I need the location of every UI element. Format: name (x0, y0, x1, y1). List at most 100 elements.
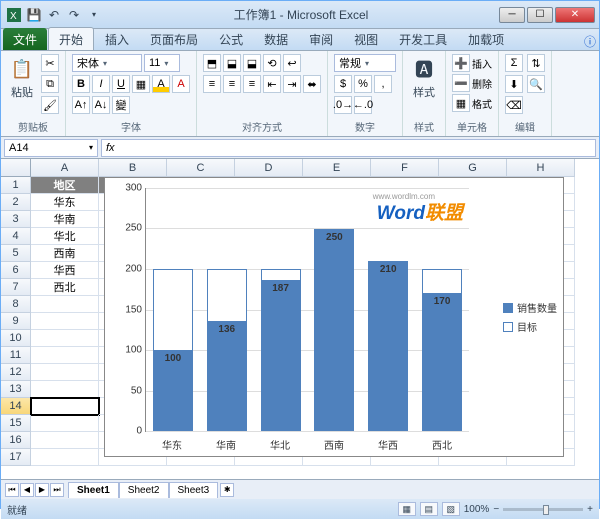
cell[interactable] (31, 449, 99, 466)
zoom-in-button[interactable]: + (587, 504, 593, 515)
cell[interactable] (31, 313, 99, 330)
indent-inc-icon[interactable]: ⇥ (283, 75, 301, 93)
find-icon[interactable]: 🔍 (527, 75, 545, 93)
col-header[interactable]: F (371, 159, 439, 177)
redo-icon[interactable]: ↷ (65, 6, 83, 24)
row-header[interactable]: 4 (1, 228, 31, 245)
col-header[interactable]: E (303, 159, 371, 177)
worksheet-grid[interactable]: ABCDEFGH 1地区销售数量目标2华东3华南4华北5西南6华西7西北8910… (1, 159, 599, 479)
bold-button[interactable]: B (72, 75, 90, 93)
tab-review[interactable]: 审阅 (299, 28, 343, 50)
cell[interactable]: 西南 (31, 245, 99, 262)
tab-home[interactable]: 开始 (48, 27, 94, 50)
minimize-button[interactable]: ─ (499, 7, 525, 23)
sheet-tab-2[interactable]: Sheet2 (119, 482, 169, 498)
col-header[interactable]: A (31, 159, 99, 177)
tab-data[interactable]: 数据 (254, 28, 298, 50)
underline-button[interactable]: U (112, 75, 130, 93)
row-header[interactable]: 14 (1, 398, 31, 415)
excel-icon[interactable]: X (5, 6, 23, 24)
tab-dev[interactable]: 开发工具 (389, 28, 457, 50)
row-header[interactable]: 16 (1, 432, 31, 449)
tab-formula[interactable]: 公式 (209, 28, 253, 50)
font-color-button[interactable]: A (172, 75, 190, 93)
view-normal-icon[interactable]: ▦ (398, 502, 416, 516)
fill-icon[interactable]: ⬇ (505, 75, 523, 93)
row-header[interactable]: 5 (1, 245, 31, 262)
new-sheet-icon[interactable]: ✱ (220, 483, 234, 497)
col-header[interactable]: D (235, 159, 303, 177)
cell[interactable]: 华东 (31, 194, 99, 211)
cell[interactable]: 华西 (31, 262, 99, 279)
cell[interactable] (31, 381, 99, 398)
row-header[interactable]: 8 (1, 296, 31, 313)
qat-dropdown-icon[interactable]: ▾ (85, 6, 103, 24)
tab-view[interactable]: 视图 (344, 28, 388, 50)
insert-cells-button[interactable]: ➕插入 (452, 54, 492, 72)
row-header[interactable]: 10 (1, 330, 31, 347)
italic-button[interactable]: I (92, 75, 110, 93)
cut-icon[interactable]: ✂ (41, 54, 59, 72)
cell[interactable] (31, 364, 99, 381)
sort-filter-icon[interactable]: ⇅ (527, 54, 545, 72)
row-header[interactable]: 2 (1, 194, 31, 211)
sheet-nav-prev-icon[interactable]: ◀ (20, 483, 34, 497)
align-left-icon[interactable]: ≡ (203, 75, 221, 93)
close-button[interactable]: ✕ (555, 7, 595, 23)
row-header[interactable]: 1 (1, 177, 31, 194)
undo-icon[interactable]: ↶ (45, 6, 63, 24)
styles-button[interactable]: 🅰 样式 (409, 54, 439, 102)
maximize-button[interactable]: ☐ (527, 7, 553, 23)
fill-color-button[interactable]: A (152, 75, 170, 93)
clear-icon[interactable]: ⌫ (505, 96, 523, 114)
row-header[interactable]: 13 (1, 381, 31, 398)
zoom-slider[interactable] (503, 508, 583, 511)
sheet-nav-last-icon[interactable]: ⏭ (50, 483, 64, 497)
cell[interactable] (31, 330, 99, 347)
sheet-nav-first-icon[interactable]: ⏮ (5, 483, 19, 497)
merge-icon[interactable]: ⬌ (303, 75, 321, 93)
tab-addin[interactable]: 加载项 (458, 28, 514, 50)
row-header[interactable]: 15 (1, 415, 31, 432)
select-all-corner[interactable] (1, 159, 31, 177)
zoom-out-button[interactable]: − (493, 504, 499, 515)
inc-decimal-icon[interactable]: .0→ (334, 96, 352, 114)
row-header[interactable]: 17 (1, 449, 31, 466)
row-header[interactable]: 9 (1, 313, 31, 330)
comma-icon[interactable]: , (374, 75, 392, 93)
tab-insert[interactable]: 插入 (95, 28, 139, 50)
col-header[interactable]: G (439, 159, 507, 177)
cell[interactable] (31, 432, 99, 449)
cell[interactable] (31, 398, 99, 415)
align-middle-icon[interactable]: ⬓ (223, 54, 241, 72)
currency-icon[interactable]: $ (334, 75, 352, 93)
cell[interactable] (31, 347, 99, 364)
wrap-text-icon[interactable]: ↩ (283, 54, 301, 72)
format-painter-icon[interactable]: 🖌 (41, 96, 59, 114)
copy-icon[interactable]: ⧉ (41, 75, 59, 93)
row-header[interactable]: 7 (1, 279, 31, 296)
font-size-combo[interactable]: 11▾ (144, 54, 180, 72)
save-icon[interactable]: 💾 (25, 6, 43, 24)
cell[interactable] (31, 296, 99, 313)
align-top-icon[interactable]: ⬒ (203, 54, 221, 72)
col-header[interactable]: H (507, 159, 575, 177)
border-button[interactable]: ▦ (132, 75, 150, 93)
align-center-icon[interactable]: ≡ (223, 75, 241, 93)
align-bottom-icon[interactable]: ⬓ (243, 54, 261, 72)
orientation-icon[interactable]: ⟲ (263, 54, 281, 72)
tab-layout[interactable]: 页面布局 (140, 28, 208, 50)
format-cells-button[interactable]: ▦格式 (452, 94, 492, 112)
sheet-tab-3[interactable]: Sheet3 (169, 482, 219, 498)
tab-file[interactable]: 文件 (3, 28, 47, 50)
delete-cells-button[interactable]: ➖删除 (452, 74, 492, 92)
percent-icon[interactable]: % (354, 75, 372, 93)
dec-decimal-icon[interactable]: ←.0 (354, 96, 372, 114)
font-name-combo[interactable]: 宋体▾ (72, 54, 142, 72)
autosum-icon[interactable]: Σ (505, 54, 523, 72)
cell[interactable]: 华南 (31, 211, 99, 228)
sheet-nav-next-icon[interactable]: ▶ (35, 483, 49, 497)
sheet-tab-1[interactable]: Sheet1 (68, 482, 119, 498)
name-box[interactable]: A14▾ (4, 139, 98, 157)
number-format-combo[interactable]: 常规▾ (334, 54, 396, 72)
